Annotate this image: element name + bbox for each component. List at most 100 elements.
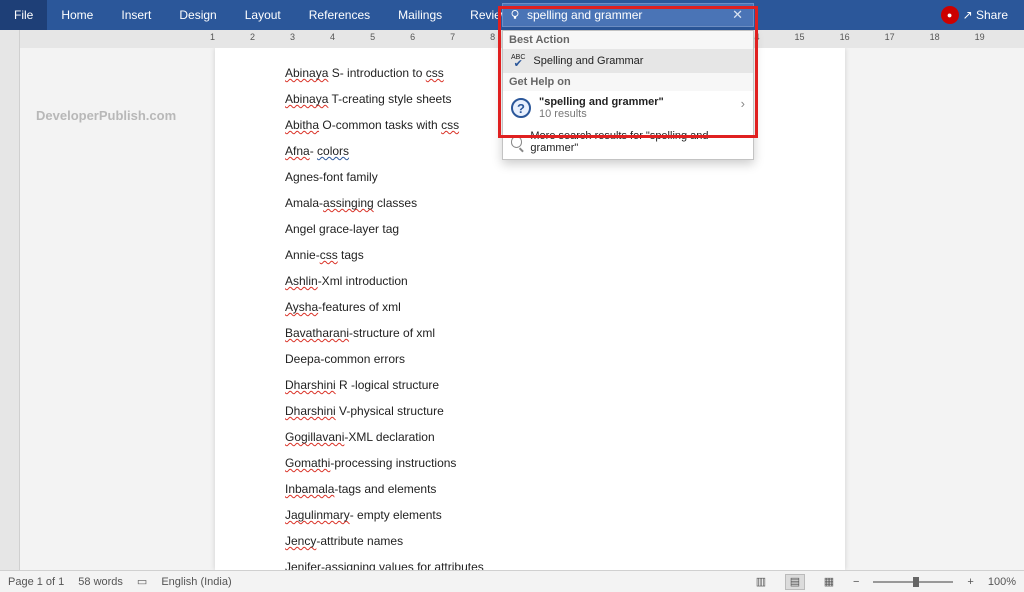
document-line[interactable]: Aysha-features of xml [285, 300, 775, 314]
text-run: T-creating style sheets [328, 92, 451, 106]
search-box[interactable]: ✕ [502, 3, 754, 27]
spelling-error-run: Jency [285, 534, 316, 548]
tell-me-search: ✕ [502, 0, 754, 30]
ribbon-tabs: FileHomeInsertDesignLayoutReferencesMail… [0, 0, 1024, 30]
document-line[interactable]: Amala-assinging classes [285, 196, 775, 210]
share-area: ● ↗ Share [941, 6, 1024, 24]
zoom-slider[interactable] [873, 581, 953, 583]
text-run: -structure of xml [349, 326, 435, 340]
chevron-right-icon: › [741, 96, 745, 111]
spelling-error-run: css [441, 118, 459, 132]
spelling-error-run: assinging [323, 196, 374, 210]
text-run: Jenifer-assigning values for attributes [285, 560, 484, 570]
ruler-tick: 15 [795, 32, 805, 42]
tab-file[interactable]: File [0, 0, 47, 30]
user-avatar[interactable]: ● [941, 6, 959, 24]
ruler-tick: 6 [410, 32, 415, 42]
text-run: Deepa-common errors [285, 352, 405, 366]
ruler-tick: 4 [330, 32, 335, 42]
text-run: -XML declaration [344, 430, 434, 444]
clear-search-icon[interactable]: ✕ [728, 7, 747, 23]
document-line[interactable]: Angel grace-layer tag [285, 222, 775, 236]
ruler-tick: 17 [885, 32, 895, 42]
tab-insert[interactable]: Insert [107, 0, 165, 30]
document-line[interactable]: Jency-attribute names [285, 534, 775, 548]
page-indicator[interactable]: Page 1 of 1 [8, 576, 64, 588]
document-line[interactable]: Jagulinmary- empty elements [285, 508, 775, 522]
document-line[interactable]: Agnes-font family [285, 170, 775, 184]
spelling-error-run: Dharshini [285, 404, 336, 418]
document-line[interactable]: Bavatharani-structure of xml [285, 326, 775, 340]
spelling-grammar-action[interactable]: ABC✔ Spelling and Grammar [503, 49, 753, 73]
web-layout-button[interactable]: ▦ [819, 574, 839, 590]
spelling-error-run: css [320, 248, 338, 262]
text-run: S- introduction to [328, 66, 425, 80]
text-run: Amala- [285, 196, 323, 210]
ruler-tick: 5 [370, 32, 375, 42]
document-line[interactable]: Dharshini V-physical structure [285, 404, 775, 418]
document-line[interactable]: Annie-css tags [285, 248, 775, 262]
spelling-error-run: Abinaya [285, 92, 328, 106]
document-line[interactable]: Deepa-common errors [285, 352, 775, 366]
text-run: tags [338, 248, 364, 262]
ruler-tick: 7 [450, 32, 455, 42]
zoom-in-button[interactable]: + [967, 576, 973, 588]
text-run: Agnes-font family [285, 170, 378, 184]
language-indicator[interactable]: English (India) [161, 576, 231, 588]
spelling-error-run: Gogillavani [285, 430, 344, 444]
help-icon: ? [511, 98, 531, 118]
vertical-ruler[interactable] [0, 30, 20, 570]
tab-mailings[interactable]: Mailings [384, 0, 456, 30]
zoom-out-button[interactable]: − [853, 576, 859, 588]
ruler-tick: 8 [490, 32, 495, 42]
spelling-error-run: Jagulinmary [285, 508, 350, 522]
tell-me-dropdown: Best Action ABC✔ Spelling and Grammar Ge… [502, 30, 754, 160]
text-run: O-common tasks with [319, 118, 441, 132]
text-run: classes [374, 196, 417, 210]
lightbulb-icon [509, 9, 521, 21]
share-button[interactable]: ↗ Share [963, 8, 1008, 22]
get-help-header: Get Help on [503, 73, 753, 91]
watermark-text: DeveloperPublish.com [36, 108, 176, 123]
spelling-error-run: Ashlin [285, 274, 318, 288]
ruler-tick: 18 [930, 32, 940, 42]
text-run: -attribute names [316, 534, 403, 548]
text-run: - empty elements [350, 508, 442, 522]
text-run: Angel grace-layer tag [285, 222, 399, 236]
tab-home[interactable]: Home [47, 0, 107, 30]
more-results-item[interactable]: More search results for "spelling and gr… [503, 125, 753, 159]
status-bar: Page 1 of 1 58 words ▭ English (India) ▥… [0, 570, 1024, 592]
spelling-error-run: Afna [285, 144, 310, 158]
spelling-error-run: Dharshini [285, 378, 336, 392]
document-line[interactable]: Inbamala-tags and elements [285, 482, 775, 496]
proofing-icon[interactable]: ▭ [137, 575, 147, 588]
spelling-error-run: Aysha [285, 300, 318, 314]
help-result-item[interactable]: ? "spelling and grammer" 10 results › [503, 91, 753, 125]
read-mode-button[interactable]: ▥ [751, 574, 771, 590]
text-run: Annie- [285, 248, 320, 262]
tab-references[interactable]: References [295, 0, 384, 30]
spelling-error-run: Inbamala [285, 482, 334, 496]
print-layout-button[interactable]: ▤ [785, 574, 805, 590]
spelling-error-run: colors [317, 144, 349, 158]
text-run: - [310, 144, 317, 158]
document-line[interactable]: Ashlin-Xml introduction [285, 274, 775, 288]
tab-layout[interactable]: Layout [231, 0, 295, 30]
spelling-error-run: Abinaya [285, 66, 328, 80]
spelling-error-run: Abitha [285, 118, 319, 132]
ruler-tick: 2 [250, 32, 255, 42]
document-line[interactable]: Dharshini R -logical structure [285, 378, 775, 392]
tab-design[interactable]: Design [165, 0, 230, 30]
document-line[interactable]: Gomathi-processing instructions [285, 456, 775, 470]
text-run: R -logical structure [336, 378, 439, 392]
document-line[interactable]: Jenifer-assigning values for attributes [285, 560, 775, 570]
document-line[interactable]: Gogillavani-XML declaration [285, 430, 775, 444]
word-count[interactable]: 58 words [78, 576, 123, 588]
ruler-tick: 1 [210, 32, 215, 42]
best-action-header: Best Action [503, 31, 753, 49]
zoom-level[interactable]: 100% [988, 576, 1016, 588]
search-input[interactable] [527, 8, 722, 22]
text-run: -Xml introduction [318, 274, 408, 288]
text-run: -processing instructions [330, 456, 456, 470]
text-run: -tags and elements [334, 482, 436, 496]
